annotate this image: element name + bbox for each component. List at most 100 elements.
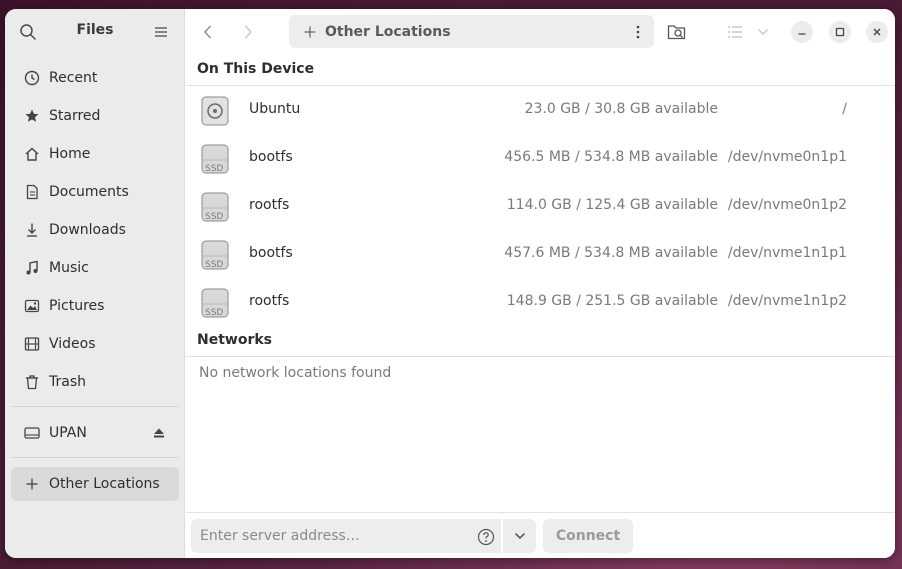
drive-name: bootfs — [249, 149, 293, 165]
drive-device: /dev/nvme0n1p1 — [727, 149, 847, 165]
main-content: Other Locations On This Device Ubuntu 23… — [186, 9, 895, 558]
document-icon — [23, 183, 41, 201]
trash-icon — [23, 373, 41, 391]
search-folder-button[interactable] — [666, 21, 688, 43]
drive-space: 456.5 MB / 534.8 MB available — [504, 149, 718, 165]
drive-row-rootfs-nvme1[interactable]: SSD rootfs 148.9 GB / 251.5 GB available… — [186, 278, 895, 326]
drive-space: 114.0 GB / 125.4 GB available — [506, 197, 718, 213]
minimize-button[interactable] — [791, 21, 813, 43]
recent-servers-dropdown[interactable] — [503, 519, 536, 553]
sidebar-item-label: Pictures — [49, 298, 105, 314]
clock-icon — [23, 69, 41, 87]
home-icon — [23, 145, 41, 163]
header-bar: Other Locations — [186, 9, 895, 55]
drive-name: rootfs — [249, 293, 290, 309]
chevron-down-icon — [514, 533, 525, 539]
menu-icon[interactable] — [153, 24, 169, 40]
maximize-icon — [835, 27, 845, 37]
drive-name: rootfs — [249, 197, 290, 213]
list-view-icon — [728, 26, 742, 38]
view-options-button[interactable] — [752, 21, 774, 43]
section-title-networks: Networks — [197, 332, 273, 348]
download-icon — [23, 221, 41, 239]
ssd-label: SSD — [205, 308, 223, 318]
help-icon[interactable] — [477, 528, 495, 546]
drive-device: /dev/nvme1n1p2 — [727, 293, 847, 309]
sidebar-item-label: UPAN — [49, 425, 87, 441]
ssd-icon: SSD — [201, 240, 229, 270]
drive-mount: / — [842, 101, 847, 117]
drive-row-rootfs-nvme0[interactable]: SSD rootfs 114.0 GB / 125.4 GB available… — [186, 182, 895, 230]
more-options-icon[interactable] — [636, 25, 640, 39]
sidebar-separator — [11, 406, 179, 407]
section-divider — [186, 356, 895, 357]
eject-icon[interactable] — [153, 427, 165, 439]
sidebar-item-pictures[interactable]: Pictures — [11, 289, 179, 323]
sidebar-item-label: Music — [49, 260, 89, 276]
minimize-icon — [798, 33, 806, 35]
chevron-down-icon — [758, 29, 768, 35]
close-button[interactable] — [866, 21, 888, 43]
drive-name: bootfs — [249, 245, 293, 261]
app-title: Files — [76, 22, 114, 38]
networks-empty-message: No network locations found — [199, 365, 392, 381]
drive-name: Ubuntu — [249, 101, 301, 117]
sidebar-item-label: Downloads — [49, 222, 126, 238]
sidebar-item-upan[interactable]: UPAN — [11, 416, 179, 450]
location-bar[interactable]: Other Locations — [289, 15, 654, 48]
close-icon — [873, 28, 881, 36]
connect-bar: Connect — [186, 512, 895, 558]
back-button[interactable] — [198, 22, 218, 42]
forward-button[interactable] — [238, 22, 258, 42]
sidebar-item-recent[interactable]: Recent — [11, 61, 179, 95]
sidebar-item-label: Trash — [49, 374, 86, 390]
sidebar-item-videos[interactable]: Videos — [11, 327, 179, 361]
sidebar-item-documents[interactable]: Documents — [11, 175, 179, 209]
search-icon[interactable] — [19, 23, 37, 41]
sidebar-item-label: Videos — [49, 336, 96, 352]
picture-icon — [23, 297, 41, 315]
ssd-icon: SSD — [201, 288, 229, 318]
sidebar-item-trash[interactable]: Trash — [11, 365, 179, 399]
sidebar-item-label: Other Locations — [49, 476, 160, 492]
ssd-label: SSD — [205, 260, 223, 270]
drive-space: 457.6 MB / 534.8 MB available — [504, 245, 718, 261]
ssd-label: SSD — [205, 212, 223, 222]
video-icon — [23, 335, 41, 353]
sidebar-item-downloads[interactable]: Downloads — [11, 213, 179, 247]
star-icon — [23, 107, 41, 125]
drive-row-ubuntu[interactable]: Ubuntu 23.0 GB / 30.8 GB available / — [186, 86, 895, 134]
drive-row-bootfs-nvme0[interactable]: SSD bootfs 456.5 MB / 534.8 MB available… — [186, 134, 895, 182]
sidebar-separator — [11, 457, 179, 458]
sidebar-item-music[interactable]: Music — [11, 251, 179, 285]
sidebar-item-label: Starred — [49, 108, 101, 124]
server-address-input[interactable] — [191, 519, 501, 553]
sidebar-item-label: Home — [49, 146, 91, 162]
drive-row-bootfs-nvme1[interactable]: SSD bootfs 457.6 MB / 534.8 MB available… — [186, 230, 895, 278]
sidebar-header: Files — [5, 9, 185, 55]
sidebar-item-starred[interactable]: Starred — [11, 99, 179, 133]
ssd-label: SSD — [205, 164, 223, 174]
folder-search-icon — [667, 25, 686, 40]
section-title-on-this-device: On This Device — [197, 61, 315, 77]
drive-space: 148.9 GB / 251.5 GB available — [506, 293, 718, 309]
sidebar-item-label: Recent — [49, 70, 98, 86]
drive-device: /dev/nvme1n1p1 — [727, 245, 847, 261]
ssd-icon: SSD — [201, 144, 229, 174]
maximize-button[interactable] — [829, 21, 851, 43]
view-list-button[interactable] — [724, 21, 746, 43]
ssd-icon: SSD — [201, 192, 229, 222]
plus-icon — [304, 26, 316, 37]
files-window: Files Recent Starred Home Documents Down… — [5, 9, 895, 558]
sidebar-item-label: Documents — [49, 184, 129, 200]
sidebar: Files Recent Starred Home Documents Down… — [5, 9, 185, 558]
music-icon — [23, 259, 41, 277]
location-label: Other Locations — [325, 23, 451, 40]
sidebar-item-other-locations[interactable]: Other Locations — [11, 467, 179, 501]
connect-button[interactable]: Connect — [543, 519, 633, 553]
sidebar-item-home[interactable]: Home — [11, 137, 179, 171]
disk-icon — [201, 96, 229, 126]
drive-space: 23.0 GB / 30.8 GB available — [524, 101, 718, 117]
drive-device: /dev/nvme0n1p2 — [727, 197, 847, 213]
plus-icon — [23, 475, 41, 493]
